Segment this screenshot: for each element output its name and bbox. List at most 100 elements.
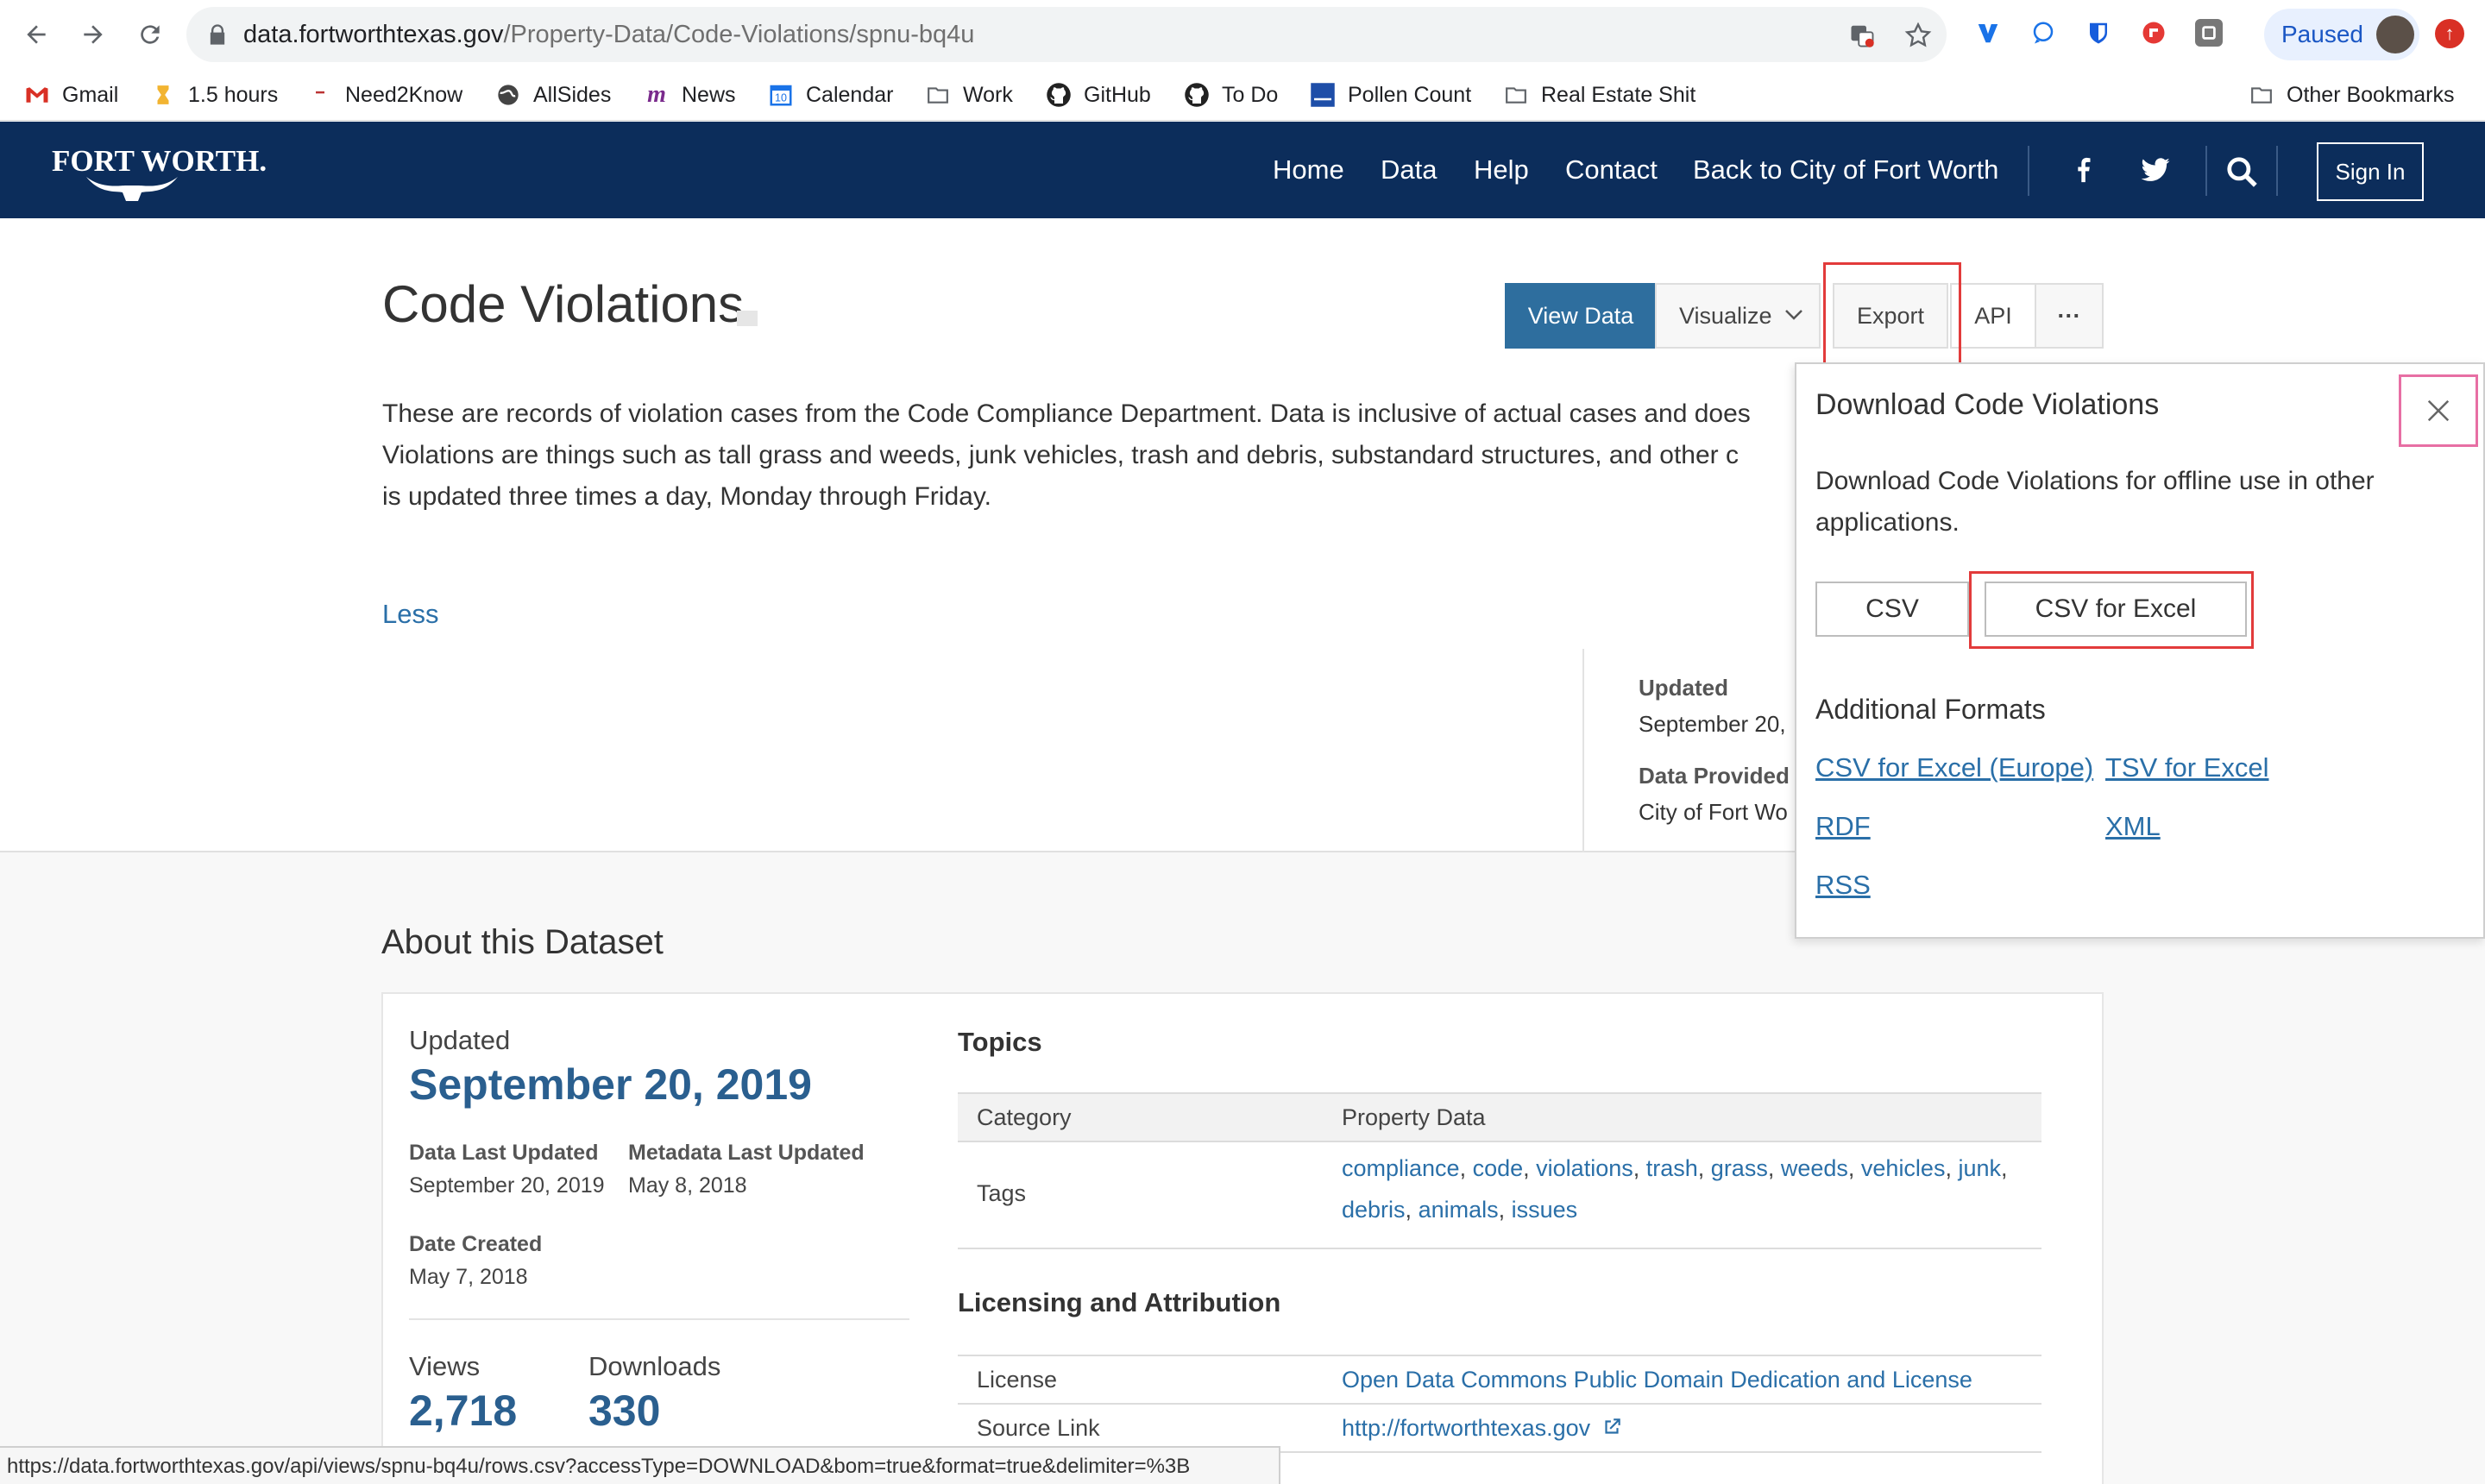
tag-link[interactable]: vehicles bbox=[1861, 1155, 1946, 1181]
data-last-updated-label: Data Last Updated bbox=[409, 1141, 599, 1165]
export-panel-description: Download Code Violations for offline use… bbox=[1815, 467, 2375, 537]
translate-icon[interactable] bbox=[1847, 21, 1877, 50]
search-icon[interactable] bbox=[2224, 154, 2259, 189]
fort-worth-logo[interactable]: FORT WORTH. bbox=[50, 141, 267, 201]
tag-link[interactable]: debris bbox=[1342, 1197, 1406, 1223]
tags-label: Tags bbox=[977, 1180, 1027, 1206]
updated-value: September 20, bbox=[1639, 711, 1786, 737]
nav-help[interactable]: Help bbox=[1474, 154, 1529, 186]
about-divider bbox=[409, 1318, 909, 1320]
header-divider bbox=[2276, 146, 2278, 196]
extension-o-icon[interactable] bbox=[2195, 19, 2223, 47]
calendar-icon: 10 bbox=[768, 82, 794, 108]
folder-icon bbox=[2249, 82, 2274, 108]
avatar bbox=[2376, 16, 2414, 53]
close-button[interactable] bbox=[2399, 374, 2478, 447]
facebook-icon[interactable] bbox=[2066, 153, 2100, 187]
tag-link[interactable]: animals bbox=[1419, 1197, 1499, 1223]
api-button[interactable]: API bbox=[1950, 283, 2036, 349]
bookmark-news[interactable]: m News bbox=[644, 78, 735, 112]
bookmark-work[interactable]: Work bbox=[925, 78, 1013, 112]
need2know-icon bbox=[307, 82, 333, 108]
csv-button[interactable]: CSV bbox=[1815, 582, 1969, 637]
bookmark-allsides[interactable]: AllSides bbox=[495, 78, 611, 112]
twitter-icon[interactable] bbox=[2138, 153, 2173, 187]
nav-home[interactable]: Home bbox=[1273, 154, 1344, 186]
table-border bbox=[958, 1141, 2041, 1142]
gmail-icon bbox=[24, 82, 50, 108]
address-bar[interactable]: data.fortworthtexas.gov/Property-Data/Co… bbox=[186, 7, 1947, 62]
page-title: Code Violations bbox=[382, 275, 745, 333]
bookmark-calendar[interactable]: 10 Calendar bbox=[768, 78, 893, 112]
bookmark-pollen[interactable]: Pollen Count bbox=[1310, 78, 1471, 112]
sign-in-button[interactable]: Sign In bbox=[2317, 142, 2424, 201]
longhorn-icon bbox=[86, 177, 178, 201]
tag-link[interactable]: violations bbox=[1536, 1155, 1633, 1181]
license-link[interactable]: Open Data Commons Public Domain Dedicati… bbox=[1342, 1367, 1972, 1393]
less-link[interactable]: Less bbox=[382, 599, 438, 630]
dataset-description: These are records of violation cases fro… bbox=[382, 393, 1797, 518]
bookmark-gmail[interactable]: Gmail bbox=[24, 78, 118, 112]
hourglass-icon bbox=[150, 82, 176, 108]
category-label: Category bbox=[977, 1104, 1072, 1130]
extension-shield-icon[interactable] bbox=[2085, 19, 2112, 47]
bookmark-real-estate[interactable]: Real Estate Shit bbox=[1503, 78, 1695, 112]
tag-link[interactable]: code bbox=[1473, 1155, 1524, 1181]
rdf-link[interactable]: RDF bbox=[1815, 811, 1871, 842]
views-count: 2,718 bbox=[409, 1387, 518, 1435]
more-actions-button[interactable]: ··· bbox=[2035, 283, 2104, 349]
description-line: These are records of violation cases fro… bbox=[382, 399, 1751, 428]
forward-button[interactable] bbox=[71, 12, 116, 57]
bookmark-star-icon[interactable] bbox=[1903, 21, 1933, 50]
tag-link[interactable]: weeds bbox=[1781, 1155, 1848, 1181]
description-line: Violations are things such as tall grass… bbox=[382, 441, 1739, 469]
extension-chat-icon[interactable] bbox=[2029, 19, 2057, 47]
tsv-excel-link[interactable]: TSV for Excel bbox=[2105, 752, 2269, 783]
lock-icon bbox=[210, 24, 225, 45]
rss-link[interactable]: RSS bbox=[1815, 870, 1871, 901]
table-border bbox=[958, 1092, 2041, 1094]
back-arrow-icon bbox=[27, 25, 46, 44]
downloads-label: Downloads bbox=[588, 1351, 721, 1381]
github-icon bbox=[1046, 82, 1072, 108]
reload-icon bbox=[141, 25, 160, 44]
tag-link[interactable]: junk bbox=[1958, 1155, 2001, 1181]
date-created-value: May 7, 2018 bbox=[409, 1265, 528, 1289]
visualize-button[interactable]: Visualize bbox=[1655, 283, 1821, 349]
profile-button[interactable]: Paused bbox=[2264, 9, 2419, 60]
tag-link[interactable]: compliance bbox=[1342, 1155, 1460, 1181]
tag-link[interactable]: issues bbox=[1512, 1197, 1578, 1223]
xml-link[interactable]: XML bbox=[2105, 811, 2161, 842]
url-text: data.fortworthtexas.gov/Property-Data/Co… bbox=[243, 21, 975, 48]
bookmark-need2know[interactable]: Need2Know bbox=[307, 78, 462, 112]
tag-link[interactable]: trash bbox=[1646, 1155, 1698, 1181]
extension-red-icon[interactable] bbox=[2140, 19, 2167, 47]
back-button[interactable] bbox=[14, 12, 59, 57]
about-updated-date: September 20, 2019 bbox=[409, 1060, 812, 1109]
bookmark-github[interactable]: GitHub bbox=[1046, 78, 1151, 112]
downloads-count: 330 bbox=[588, 1387, 661, 1435]
browser-chrome: data.fortworthtexas.gov/Property-Data/Co… bbox=[0, 0, 2485, 121]
views-label: Views bbox=[409, 1351, 481, 1381]
bookmark-other[interactable]: Other Bookmarks bbox=[2249, 78, 2455, 112]
site-header: FORT WORTH. Home Data Help Contact Back … bbox=[0, 122, 2485, 218]
nav-contact[interactable]: Contact bbox=[1565, 154, 1658, 186]
chevron-down-icon bbox=[1785, 310, 1802, 320]
tag-link[interactable]: grass bbox=[1711, 1155, 1768, 1181]
csv-excel-europe-link[interactable]: CSV for Excel (Europe) bbox=[1815, 752, 2093, 783]
update-icon[interactable]: ↑ bbox=[2435, 19, 2464, 48]
bookmark-hours[interactable]: 1.5 hours bbox=[150, 78, 278, 112]
view-data-button[interactable]: View Data bbox=[1505, 283, 1657, 349]
header-divider bbox=[2028, 146, 2029, 196]
updated-label: Updated bbox=[1639, 675, 1728, 701]
nav-back-to-city[interactable]: Back to City of Fort Worth bbox=[1693, 154, 1998, 186]
bookmark-todo[interactable]: To Do bbox=[1184, 78, 1278, 112]
source-link[interactable]: http://fortworthtexas.gov bbox=[1342, 1415, 1623, 1442]
nav-data[interactable]: Data bbox=[1381, 154, 1437, 186]
extension-v-icon[interactable] bbox=[1974, 19, 2002, 47]
table-border bbox=[958, 1355, 2041, 1356]
reload-button[interactable] bbox=[128, 12, 173, 57]
license-label: License bbox=[977, 1367, 1058, 1393]
data-provided-value: City of Fort Wo bbox=[1639, 799, 1788, 825]
profile-status: Paused bbox=[2281, 21, 2363, 47]
